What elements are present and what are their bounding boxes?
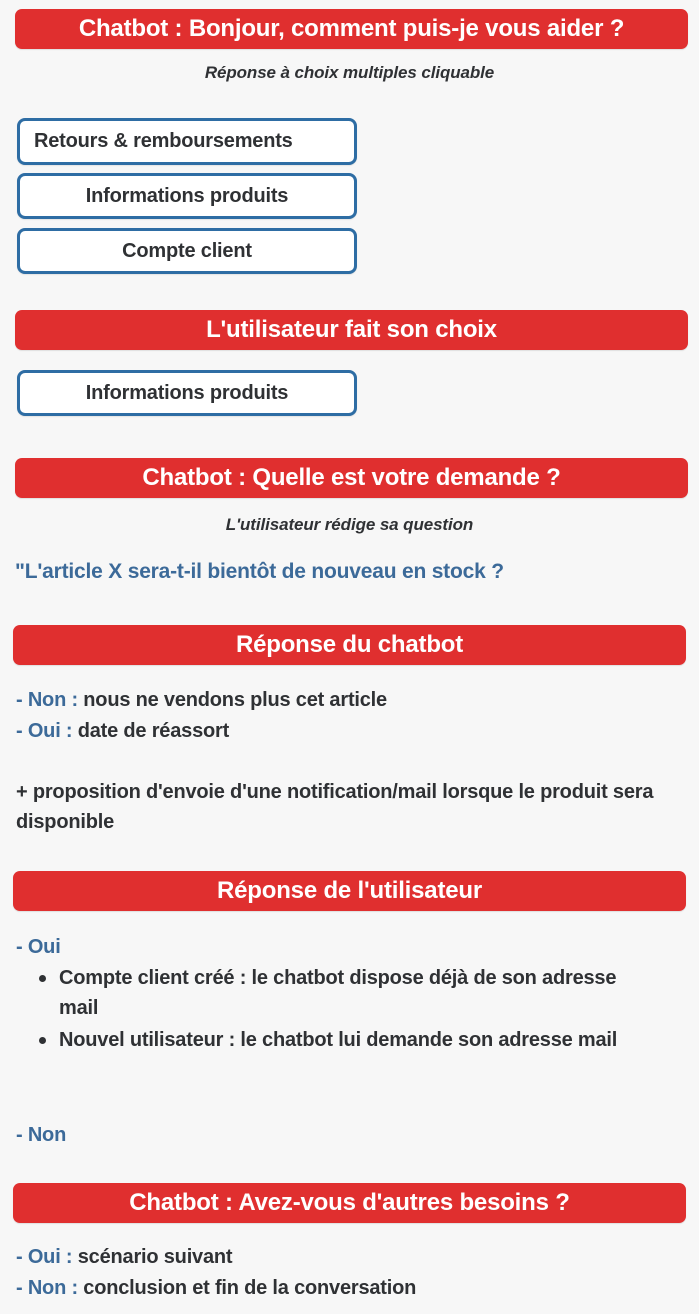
bullet-dot-icon xyxy=(39,975,46,982)
selected-choice-informations-produits[interactable]: Informations produits xyxy=(17,370,357,416)
other-needs-line-non: - Non : conclusion et fin de la conversa… xyxy=(16,1277,416,1300)
other-needs-value-non: conclusion et fin de la conversation xyxy=(83,1277,417,1299)
bot-answer-line-non: - Non : nous ne vendons plus cet article xyxy=(16,689,387,712)
bot-answer-key-non: - Non : xyxy=(16,689,78,711)
choice-button-informations-produits[interactable]: Informations produits xyxy=(17,173,357,219)
bullet-dot-icon xyxy=(39,1037,46,1044)
choice-button-compte-client[interactable]: Compte client xyxy=(17,228,357,274)
bot-answer-value-oui: date de réassort xyxy=(77,720,230,742)
banner-user-choice: L'utilisateur fait son choix xyxy=(15,310,688,350)
user-answer-label-non: - Non xyxy=(16,1124,66,1147)
user-answer-key-oui: - Oui xyxy=(16,936,61,958)
bot-answer-key-oui: - Oui : xyxy=(16,720,73,742)
banner-user-answer: Réponse de l'utilisateur xyxy=(13,871,686,911)
user-answer-key-non: - Non xyxy=(16,1124,67,1146)
caption-multiple-choice: Réponse à choix multiples cliquable xyxy=(204,63,495,82)
user-answer-yes-bullet-list: Compte client créé : le chatbot dispose … xyxy=(37,963,657,1057)
choice-button-retours-remboursements[interactable]: Retours & remboursements xyxy=(17,118,357,165)
other-needs-key-non: - Non : xyxy=(16,1277,78,1299)
list-item-label: Compte client créé : le chatbot dispose … xyxy=(59,967,617,1019)
chatbot-scenario-diagram: Chatbot : Bonjour, comment puis-je vous … xyxy=(0,0,699,1314)
other-needs-key-oui: - Oui : xyxy=(16,1246,73,1268)
bot-answer-line-oui: - Oui : date de réassort xyxy=(16,720,229,743)
user-question-quote: "L'article X sera-t-il bientôt de nouvea… xyxy=(15,560,504,583)
list-item-label: Nouvel utilisateur : le chatbot lui dema… xyxy=(59,1029,618,1051)
bot-answer-notification-note: + proposition d'envoie d'une notificatio… xyxy=(16,781,654,833)
user-answer-label-oui: - Oui xyxy=(16,936,61,959)
list-item: Nouvel utilisateur : le chatbot lui dema… xyxy=(37,1025,657,1055)
banner-bot-answer: Réponse du chatbot xyxy=(13,625,686,665)
other-needs-value-oui: scénario suivant xyxy=(77,1246,233,1268)
list-item: Compte client créé : le chatbot dispose … xyxy=(37,963,657,1023)
bot-answer-value-non: nous ne vendons plus cet article xyxy=(83,689,387,711)
other-needs-line-oui: - Oui : scénario suivant xyxy=(16,1246,233,1269)
banner-request: Chatbot : Quelle est votre demande ? xyxy=(15,458,688,498)
banner-greeting: Chatbot : Bonjour, comment puis-je vous … xyxy=(15,9,688,49)
caption-user-writes-question: L'utilisateur rédige sa question xyxy=(225,515,474,534)
banner-other-needs: Chatbot : Avez-vous d'autres besoins ? xyxy=(13,1183,686,1223)
